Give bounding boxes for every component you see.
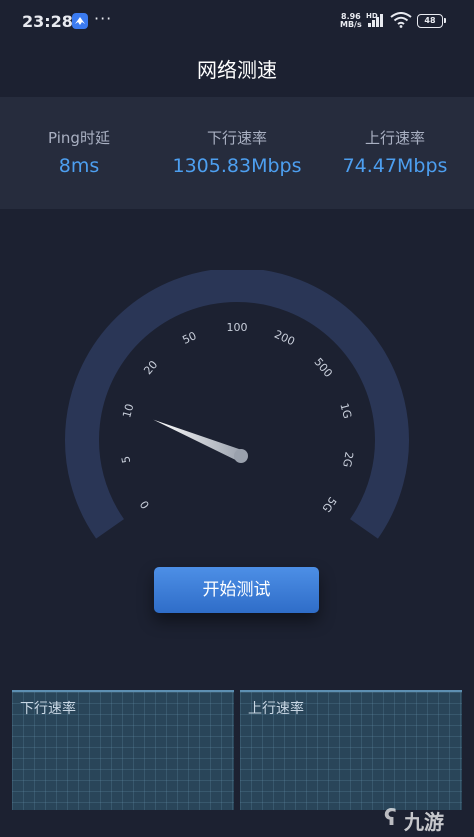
- upload-graph-panel: 上行速率: [240, 690, 462, 810]
- battery-tip: [444, 18, 446, 23]
- wifi-icon: [390, 12, 412, 28]
- ping-value: 8ms: [58, 155, 100, 177]
- download-label: 下行速率: [206, 129, 267, 147]
- download-value: 1305.83Mbps: [172, 155, 302, 177]
- upload-graph-label: 上行速率: [248, 701, 304, 717]
- ping-stat: Ping时延 8ms: [0, 127, 158, 177]
- gauge-tick-5: 5: [119, 455, 133, 464]
- upload-value: 74.47Mbps: [342, 155, 448, 177]
- start-test-button[interactable]: 开始测试: [154, 567, 319, 613]
- battery-icon: 48: [417, 14, 443, 28]
- download-stat: 下行速率 1305.83Mbps: [158, 127, 316, 177]
- status-time: 23:28: [22, 12, 73, 31]
- gauge-tick-labels: 0 5 10 20 50 100 200 500 1G 2G 5G: [119, 321, 355, 515]
- gauge-needle: [153, 419, 244, 462]
- speed-gauge: 0 5 10 20 50 100 200 500 1G 2G 5G: [65, 270, 409, 539]
- gauge-needle-hub: [234, 449, 248, 463]
- gauge-tick-10: 10: [120, 402, 136, 419]
- status-bar: 23:28 ··· 8.96 MB/s HD 48: [0, 0, 474, 40]
- gauge-tick-200: 200: [272, 328, 297, 349]
- gauge-tick-100: 100: [227, 321, 248, 334]
- gauge-tick-500: 500: [311, 355, 334, 379]
- app-notification-icon: [72, 13, 88, 29]
- gauge-tick-0: 0: [138, 498, 153, 511]
- ping-label: Ping时延: [48, 129, 110, 147]
- download-graph-label: 下行速率: [20, 701, 76, 717]
- gauge-tick-1G: 1G: [337, 402, 354, 420]
- gauge-tick-5G: 5G: [319, 494, 339, 514]
- watermark-logo-icon: ʕ: [384, 806, 397, 831]
- upload-label: 上行速率: [364, 129, 425, 147]
- gauge-tick-50: 50: [180, 329, 198, 347]
- watermark-text: 九游: [404, 810, 444, 834]
- signal-icon: [368, 14, 383, 27]
- gauge-tick-2G: 2G: [340, 451, 355, 469]
- gauge-tick-20: 20: [141, 358, 160, 377]
- download-graph-panel: 下行速率: [12, 690, 234, 810]
- network-speed-indicator: 8.96 MB/s: [340, 12, 362, 29]
- more-notifications-icon: ···: [94, 9, 113, 28]
- speed-stats-panel: Ping时延 8ms 下行速率 1305.83Mbps 上行速率 74.47Mb…: [0, 97, 474, 209]
- page-title: 网络测速: [197, 58, 277, 82]
- upload-stat: 上行速率 74.47Mbps: [316, 127, 474, 177]
